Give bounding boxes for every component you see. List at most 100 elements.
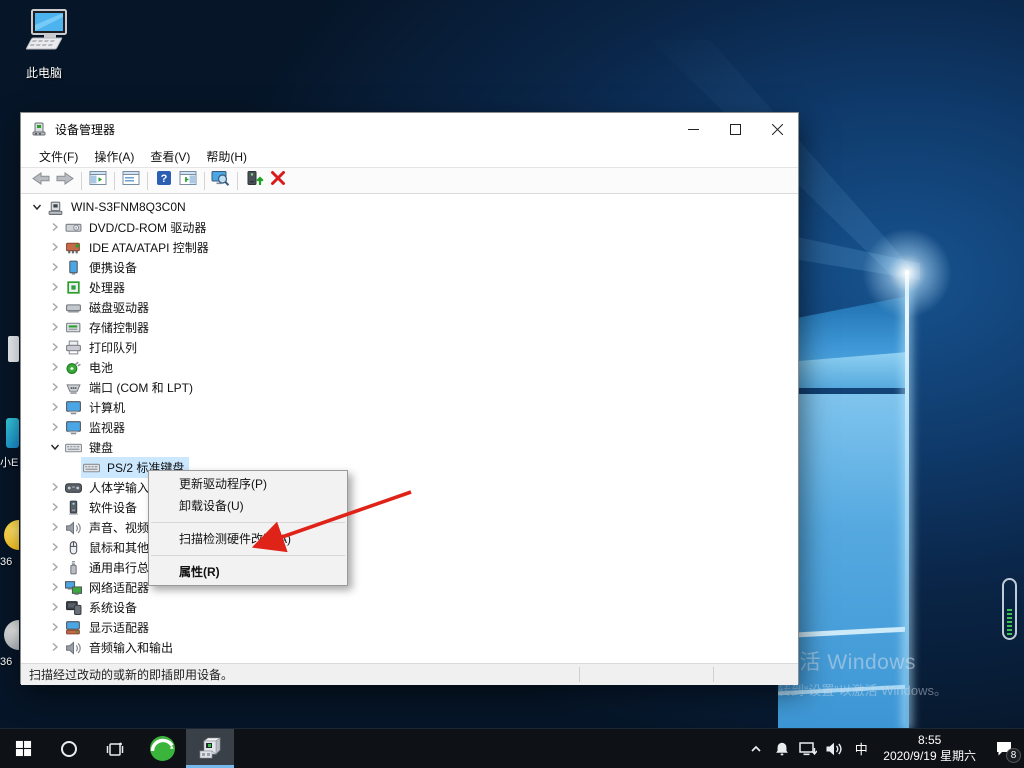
- tree-item[interactable]: 系统设备: [21, 597, 798, 617]
- chevron-right-icon[interactable]: [47, 399, 63, 415]
- chevron-right-icon[interactable]: [47, 219, 63, 235]
- tree-item[interactable]: IDE ATA/ATAPI 控制器: [21, 237, 798, 257]
- properties-button[interactable]: [119, 169, 143, 192]
- tray-chevron-up[interactable]: [743, 729, 769, 768]
- show-action-pane-button[interactable]: [176, 169, 200, 192]
- help-button[interactable]: ?: [152, 169, 176, 192]
- search-button[interactable]: [46, 729, 92, 768]
- chevron-right-icon[interactable]: [47, 279, 63, 295]
- menu-item-1[interactable]: 操作(A): [86, 146, 142, 167]
- chevron-down-icon[interactable]: [47, 439, 63, 455]
- chevron-right-icon[interactable]: [47, 379, 63, 395]
- tray-notifications[interactable]: [769, 729, 795, 768]
- tree-item[interactable]: 键盘: [21, 437, 798, 457]
- tree-item[interactable]: DVD/CD-ROM 驱动器: [21, 217, 798, 237]
- tree-item[interactable]: 打印队列: [21, 337, 798, 357]
- show-console-tree-icon: [89, 170, 107, 191]
- chevron-right-icon[interactable]: [47, 319, 63, 335]
- action-center-button[interactable]: 8: [984, 729, 1024, 768]
- tree-item[interactable]: 磁盘驱动器: [21, 297, 798, 317]
- tree-item[interactable]: 端口 (COM 和 LPT): [21, 377, 798, 397]
- tree-item[interactable]: 软件设备: [21, 497, 798, 517]
- chevron-right-icon[interactable]: [47, 339, 63, 355]
- device-manager-window: 设备管理器 文件(F)操作(A)查看(V)帮助(H) ? WIN-S3FNM8Q…: [20, 112, 799, 684]
- minimize-icon: [688, 124, 699, 135]
- desktop-icon-label: 36: [0, 656, 19, 668]
- desktop-icon-fragment[interactable]: 小E: [0, 418, 19, 470]
- tree-item[interactable]: 存储控制器: [21, 317, 798, 337]
- ctx-update-driver[interactable]: 更新驱动程序(P): [149, 473, 347, 495]
- toolbar: ?: [21, 167, 798, 194]
- taskbar-clock[interactable]: 8:55 2020/9/19 星期六: [875, 733, 984, 764]
- menu-item-0[interactable]: 文件(F): [31, 146, 86, 167]
- tray-network[interactable]: [795, 729, 821, 768]
- taskbar-app-device-manager[interactable]: [186, 729, 234, 768]
- scan-hardware-changes-button[interactable]: [209, 169, 233, 192]
- chevron-right-icon[interactable]: [47, 479, 63, 495]
- chevron-right-icon[interactable]: [47, 619, 63, 635]
- toolbar-separator: [204, 172, 205, 190]
- chevron-right-icon[interactable]: [47, 419, 63, 435]
- tree-item[interactable]: 网络适配器: [21, 577, 798, 597]
- close-button[interactable]: [756, 113, 798, 145]
- tree-item[interactable]: 音频输入和输出: [21, 637, 798, 657]
- cortana-icon: [60, 740, 78, 758]
- chevron-right-icon[interactable]: [47, 539, 63, 555]
- tray-volume[interactable]: [821, 729, 847, 768]
- tree-item-label: 软件设备: [86, 498, 140, 517]
- menu-item-2[interactable]: 查看(V): [142, 146, 198, 167]
- tree-item[interactable]: 人体学输入: [21, 477, 798, 497]
- ime-indicator[interactable]: 中: [847, 739, 875, 758]
- performance-fill: [1007, 609, 1012, 635]
- chevron-right-icon[interactable]: [47, 519, 63, 535]
- desktop-icon-fragment[interactable]: 36: [0, 620, 19, 668]
- forward-button[interactable]: [53, 169, 77, 192]
- desktop-icon-fragment[interactable]: [0, 334, 19, 370]
- tree-item[interactable]: WIN-S3FNM8Q3C0N: [21, 197, 798, 217]
- ctx-uninstall-device[interactable]: 卸载设备(U): [149, 495, 347, 517]
- windows-start-icon: [15, 740, 32, 757]
- chevron-right-icon[interactable]: [47, 579, 63, 595]
- chevron-right-icon[interactable]: [47, 639, 63, 655]
- menu-item-3[interactable]: 帮助(H): [198, 146, 255, 167]
- minimize-button[interactable]: [672, 113, 714, 145]
- taskbar-app-browser[interactable]: [138, 729, 186, 768]
- desktop-icon-this-pc[interactable]: 此电脑: [12, 8, 76, 81]
- maximize-button[interactable]: [714, 113, 756, 145]
- tree-item[interactable]: 便携设备: [21, 257, 798, 277]
- show-console-tree-button[interactable]: [86, 169, 110, 192]
- performance-widget[interactable]: [1002, 578, 1017, 640]
- tree-item-label: WIN-S3FNM8Q3C0N: [68, 199, 189, 215]
- portable-icon: [65, 260, 82, 275]
- tree-item[interactable]: 声音、视频: [21, 517, 798, 537]
- update-driver-button[interactable]: [242, 169, 266, 192]
- chevron-right-icon[interactable]: [47, 359, 63, 375]
- tree-item[interactable]: 计算机: [21, 397, 798, 417]
- chevron-right-icon[interactable]: [47, 239, 63, 255]
- title-bar[interactable]: 设备管理器: [21, 113, 798, 145]
- chevron-right-icon[interactable]: [47, 599, 63, 615]
- chevron-right-icon[interactable]: [47, 559, 63, 575]
- device-manager-taskbar-icon: [196, 736, 224, 762]
- task-view-button[interactable]: [92, 729, 138, 768]
- tree-item[interactable]: 电池: [21, 357, 798, 377]
- sound-icon: [65, 640, 82, 655]
- tree-item[interactable]: 显示适配器: [21, 617, 798, 637]
- ctx-scan-hardware[interactable]: 扫描检测硬件改动(A): [149, 528, 347, 550]
- tree-item[interactable]: PS/2 标准键盘: [21, 457, 798, 477]
- back-button[interactable]: [29, 169, 53, 192]
- uninstall-device-button[interactable]: [266, 169, 290, 192]
- tree-item[interactable]: 监视器: [21, 417, 798, 437]
- network-icon: [799, 741, 817, 757]
- notification-badge: 8: [1006, 748, 1021, 763]
- tree-item[interactable]: 处理器: [21, 277, 798, 297]
- desktop-icon-fragment[interactable]: 36: [0, 520, 19, 568]
- chevron-right-icon[interactable]: [47, 499, 63, 515]
- ctx-properties[interactable]: 属性(R): [149, 561, 347, 583]
- chevron-right-icon[interactable]: [47, 259, 63, 275]
- chevron-right-icon[interactable]: [47, 299, 63, 315]
- tree-item[interactable]: 鼠标和其他: [21, 537, 798, 557]
- start-button[interactable]: [0, 729, 46, 768]
- chevron-down-icon[interactable]: [29, 199, 45, 215]
- tree-item[interactable]: 通用串行总: [21, 557, 798, 577]
